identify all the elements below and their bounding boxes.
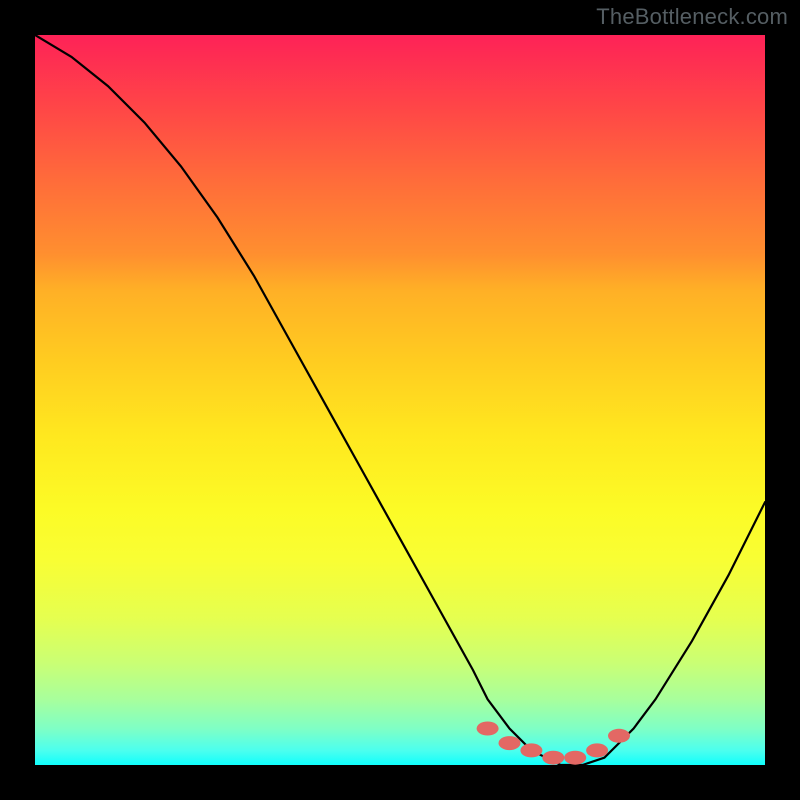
chart-svg: [35, 35, 765, 765]
marker-dot: [499, 736, 521, 750]
optimal-range-markers: [477, 722, 630, 765]
chart-plot-area: [35, 35, 765, 765]
marker-dot: [564, 751, 586, 765]
bottleneck-curve-line: [35, 35, 765, 765]
watermark-text: TheBottleneck.com: [596, 4, 788, 30]
marker-dot: [477, 722, 499, 736]
marker-dot: [520, 743, 542, 757]
marker-dot: [608, 729, 630, 743]
marker-dot: [586, 743, 608, 757]
marker-dot: [542, 751, 564, 765]
